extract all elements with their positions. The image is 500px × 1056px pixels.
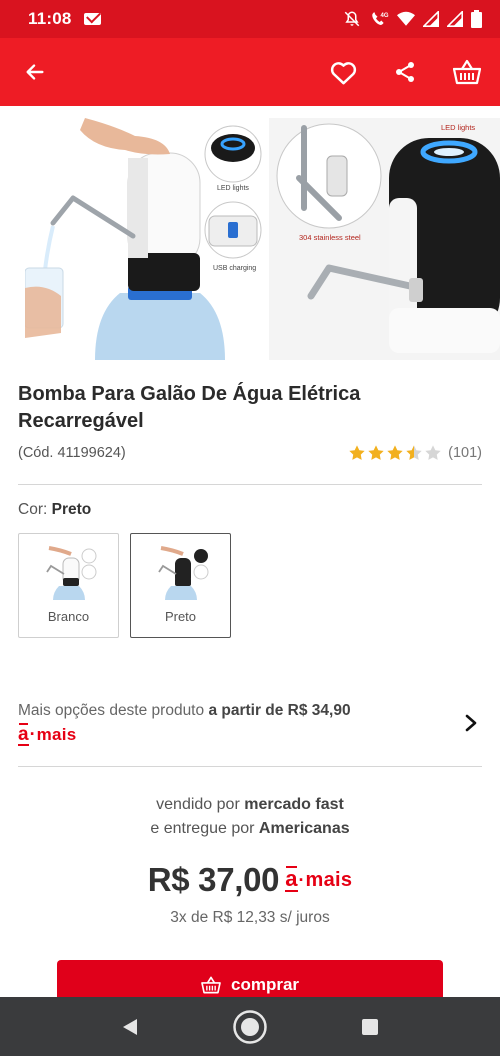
product-image-1[interactable]: LED lights USB charging xyxy=(25,118,265,360)
color-option-label: Preto xyxy=(164,609,197,624)
mute-icon xyxy=(344,11,360,27)
status-bar: 11:08 4G xyxy=(0,0,500,38)
color-options: Branco Preto xyxy=(18,533,231,638)
delivery-partner: Americanas xyxy=(258,820,350,837)
basket-icon xyxy=(201,976,221,994)
color-thumbnail xyxy=(157,546,208,600)
system-nav-bar xyxy=(0,997,500,1056)
amais-logo: a · mais xyxy=(285,866,353,892)
color-option-branco[interactable]: Branco xyxy=(18,533,119,638)
home-circle-icon xyxy=(233,1009,267,1044)
product-image-2[interactable]: 304 stainless steel LED lights xyxy=(269,118,500,360)
signal-icon xyxy=(423,11,439,27)
wifi-icon xyxy=(397,11,415,26)
selected-color: Preto xyxy=(51,501,92,518)
inset-label-led: LED lights xyxy=(217,185,249,192)
product-code: (Cód. 41199624) xyxy=(18,445,126,461)
signal-icon xyxy=(447,11,463,27)
back-triangle-icon xyxy=(123,1018,137,1035)
app-bar xyxy=(0,38,500,106)
star-icon xyxy=(387,445,403,460)
star-icon xyxy=(425,445,441,460)
price-row: R$ 37,00 a · mais xyxy=(0,861,500,899)
product-image-carousel[interactable]: LED lights USB charging 304 stainless st… xyxy=(25,118,500,360)
system-back-button[interactable] xyxy=(110,1007,150,1047)
arrow-left-icon xyxy=(26,64,44,80)
product-rating[interactable]: (101) xyxy=(348,444,482,462)
recents-square-icon xyxy=(362,1018,378,1035)
share-button[interactable] xyxy=(390,57,420,87)
back-button[interactable] xyxy=(22,59,48,85)
more-options-text: Mais opções deste produto a partir de R$… xyxy=(18,702,351,719)
star-icon xyxy=(349,445,365,460)
color-option-preto[interactable]: Preto xyxy=(130,533,231,638)
star-icon xyxy=(368,445,384,460)
app-bar-actions xyxy=(328,57,482,87)
buy-button-label: comprar xyxy=(230,975,300,994)
color-label: Cor: Preto xyxy=(18,501,92,518)
chevron-right-icon xyxy=(465,714,477,732)
svg-text:4G: 4G xyxy=(381,13,389,19)
color-option-label: Branco xyxy=(47,609,90,624)
inset-label-steel: 304 stainless steel xyxy=(299,233,361,242)
status-time: 11:08 xyxy=(28,9,72,28)
star-icon xyxy=(406,445,422,460)
seller-info: vendido por mercado fast e entregue por … xyxy=(150,796,350,837)
inset-label-led-2: LED lights xyxy=(441,123,475,132)
status-icons: 4G xyxy=(343,10,482,28)
favorite-button[interactable] xyxy=(328,57,358,87)
product-price: R$ 37,00 xyxy=(147,861,280,898)
cart-button[interactable] xyxy=(452,57,482,87)
product-title: Bomba Para Galão De Água Elétrica Recarr… xyxy=(18,383,361,432)
reviews-count: (101) xyxy=(448,445,482,461)
volte-4g-icon: 4G xyxy=(372,12,389,25)
divider xyxy=(18,484,482,485)
battery-icon xyxy=(471,10,482,28)
system-recents-button[interactable] xyxy=(350,1007,390,1047)
basket-icon xyxy=(453,59,481,85)
divider xyxy=(18,766,482,767)
color-thumbnail xyxy=(45,546,96,600)
installments-text: 3x de R$ 12,33 s/ juros xyxy=(170,909,330,926)
star-rating xyxy=(348,444,442,462)
more-options-link[interactable]: Mais opções deste produto a partir de R$… xyxy=(18,702,482,752)
heart-icon xyxy=(330,61,356,84)
amais-logo: a · mais xyxy=(18,723,77,746)
system-home-button[interactable] xyxy=(230,1007,270,1047)
share-icon xyxy=(396,62,414,82)
seller-name[interactable]: mercado fast xyxy=(244,796,344,813)
mail-icon xyxy=(83,13,101,25)
inset-label-usb: USB charging xyxy=(213,265,256,272)
